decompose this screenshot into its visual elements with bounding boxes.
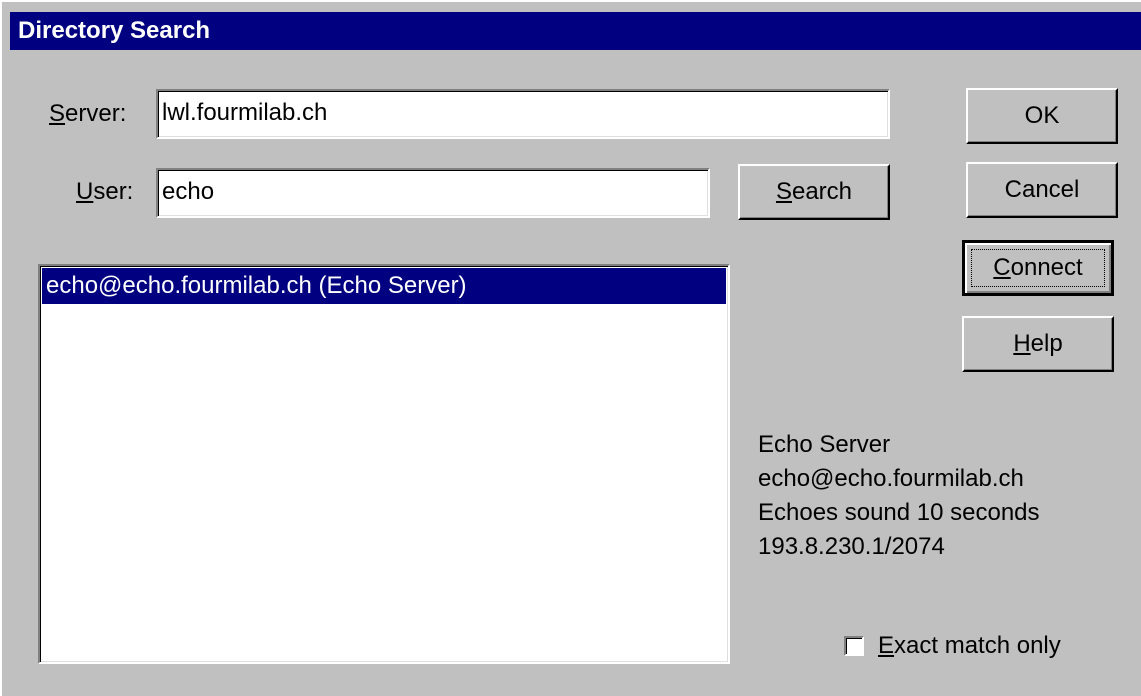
- user-label: User:: [76, 178, 134, 205]
- directory-search-dialog: Directory Search Server: User: Search OK…: [0, 0, 1141, 696]
- user-input[interactable]: [162, 172, 702, 212]
- connect-button[interactable]: Connect: [962, 240, 1114, 296]
- server-field[interactable]: [156, 89, 890, 139]
- ok-button[interactable]: OK: [966, 88, 1118, 144]
- list-item[interactable]: echo@echo.fourmilab.ch (Echo Server): [42, 268, 726, 304]
- results-listbox[interactable]: echo@echo.fourmilab.ch (Echo Server): [38, 264, 730, 664]
- cancel-button[interactable]: Cancel: [966, 162, 1118, 218]
- help-button[interactable]: Help: [962, 316, 1114, 372]
- exact-match-checkbox[interactable]: [844, 636, 864, 656]
- server-label: Server:: [49, 100, 127, 127]
- focus-rectangle: [971, 249, 1105, 287]
- result-details: Echo Server echo@echo.fourmilab.ch Echoe…: [758, 428, 1040, 564]
- window-title: Directory Search: [18, 17, 211, 44]
- exact-match-label[interactable]: Exact match only: [878, 632, 1061, 660]
- detail-ip-port: 193.8.230.1/2074: [758, 533, 945, 560]
- detail-description: Echoes sound 10 seconds: [758, 499, 1040, 526]
- search-button[interactable]: Search: [738, 164, 890, 220]
- server-input[interactable]: [162, 93, 882, 133]
- detail-address: echo@echo.fourmilab.ch: [758, 465, 1024, 492]
- detail-name: Echo Server: [758, 431, 891, 458]
- title-bar[interactable]: Directory Search: [10, 12, 1141, 50]
- user-field[interactable]: [156, 168, 710, 218]
